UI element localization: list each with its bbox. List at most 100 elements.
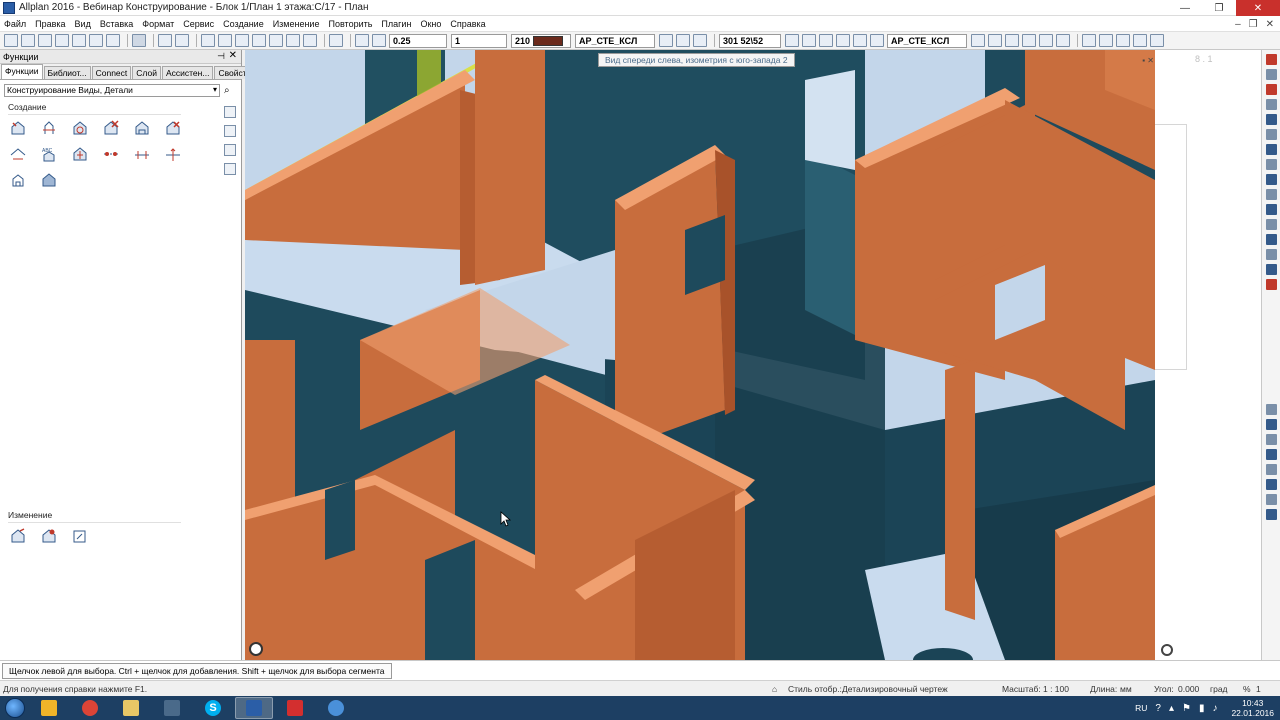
layer-select-2[interactable]: АР_СТЕ_КСЛ xyxy=(887,33,967,48)
copy-icon[interactable] xyxy=(72,34,86,47)
zoom-icon[interactable] xyxy=(329,34,343,47)
line-tool-icon[interactable] xyxy=(1266,69,1277,80)
elevation-icon[interactable] xyxy=(134,120,150,136)
language-indicator[interactable]: RU xyxy=(1135,703,1147,713)
navigation-wheel-2-icon[interactable] xyxy=(1161,644,1173,656)
remove-elevation-icon[interactable] xyxy=(165,120,181,136)
move-icon[interactable] xyxy=(201,34,215,47)
taskbar-acrobat[interactable] xyxy=(276,697,314,719)
fill-tool-icon[interactable] xyxy=(1266,114,1277,125)
dimension-tool-icon[interactable] xyxy=(1266,144,1277,155)
tab-library[interactable]: Библиот... xyxy=(43,66,91,79)
scissors-icon[interactable] xyxy=(252,34,266,47)
window-split-icon[interactable] xyxy=(1150,34,1164,47)
tray-arrow-icon[interactable]: ▴ xyxy=(1169,703,1174,714)
start-button[interactable] xyxy=(0,696,30,720)
modify-properties-icon[interactable] xyxy=(41,528,57,544)
layers2-icon[interactable] xyxy=(988,34,1002,47)
roof-section-icon[interactable] xyxy=(10,146,26,162)
pen-thickness-select[interactable]: 0.25 xyxy=(389,33,447,48)
clock[interactable]: 10:43 22.01.2016 xyxy=(1231,698,1274,718)
text-label-icon[interactable]: ABC xyxy=(41,146,57,162)
array-tool-icon[interactable] xyxy=(1266,264,1277,275)
menu-create[interactable]: Создание xyxy=(223,19,264,29)
save-icon[interactable] xyxy=(38,34,52,47)
close-button[interactable]: ✕ xyxy=(1236,0,1280,16)
measure-icon[interactable] xyxy=(853,34,867,47)
line-type-select[interactable]: 1 xyxy=(451,33,507,48)
side-tool-3-icon[interactable] xyxy=(224,144,236,156)
delete-view-icon[interactable] xyxy=(103,120,119,136)
display-style-value[interactable]: Детализировочный чертеж xyxy=(842,684,948,694)
extend-tool-icon[interactable] xyxy=(1266,434,1277,445)
tab-assistant[interactable]: Ассистен... xyxy=(161,66,214,79)
hatch-tool-icon[interactable] xyxy=(1266,99,1277,110)
length-value[interactable]: мм xyxy=(1120,684,1132,694)
mirror-icon[interactable] xyxy=(235,34,249,47)
window-new-icon[interactable] xyxy=(1133,34,1147,47)
filter-tool-icon[interactable] xyxy=(1266,479,1277,490)
track-icon[interactable] xyxy=(836,34,850,47)
join-tool-icon[interactable] xyxy=(1266,464,1277,475)
menu-help[interactable]: Справка xyxy=(450,19,485,29)
section-line-icon[interactable] xyxy=(103,146,119,162)
flag-icon[interactable]: ⚑ xyxy=(1182,703,1191,714)
taskbar-calculator[interactable] xyxy=(153,697,191,719)
help-icon[interactable]: ? xyxy=(1155,703,1161,714)
menu-plugin[interactable]: Плагин xyxy=(381,19,411,29)
window-tile-icon[interactable] xyxy=(1082,34,1096,47)
layers4-icon[interactable] xyxy=(1022,34,1036,47)
layer-tool-icon[interactable] xyxy=(1266,174,1277,185)
trim-tool-icon[interactable] xyxy=(1266,419,1277,430)
print-icon[interactable] xyxy=(55,34,69,47)
menu-view[interactable]: Вид xyxy=(75,19,91,29)
layers-icon[interactable] xyxy=(971,34,985,47)
menu-format[interactable]: Формат xyxy=(142,19,174,29)
menu-edit[interactable]: Правка xyxy=(35,19,65,29)
move-section-icon[interactable] xyxy=(165,146,181,162)
layer-icon[interactable] xyxy=(269,34,283,47)
search-icon[interactable]: ⌕ xyxy=(224,85,230,96)
pin-icon[interactable]: ⊣ xyxy=(217,51,225,62)
delete-icon[interactable] xyxy=(132,34,146,47)
taskbar-settings[interactable] xyxy=(317,697,355,719)
taskbar-allplan[interactable] xyxy=(235,697,273,719)
minimize-button[interactable]: — xyxy=(1168,0,1202,16)
layers6-icon[interactable] xyxy=(1056,34,1070,47)
delete-tool-icon[interactable] xyxy=(1266,279,1277,290)
menu-insert[interactable]: Вставка xyxy=(100,19,133,29)
viewport-close-icon[interactable]: ▪ ✕ xyxy=(1142,56,1154,65)
grid-icon[interactable] xyxy=(785,34,799,47)
paste-icon[interactable] xyxy=(89,34,103,47)
move-tool-icon[interactable] xyxy=(1266,204,1277,215)
copy-view-icon[interactable] xyxy=(72,146,88,162)
section-view-icon[interactable] xyxy=(41,120,57,136)
snap-icon[interactable] xyxy=(802,34,816,47)
window-arrange-icon[interactable] xyxy=(1116,34,1130,47)
taskbar-explorer[interactable] xyxy=(30,697,68,719)
pen-icon[interactable] xyxy=(372,34,386,47)
house-filled-icon[interactable] xyxy=(41,172,57,188)
navigation-wheel-icon[interactable] xyxy=(249,642,263,656)
taskbar-folder[interactable] xyxy=(112,697,150,719)
side-tool-2-icon[interactable] xyxy=(224,125,236,137)
pencil-icon[interactable] xyxy=(355,34,369,47)
funnel-tool-icon[interactable] xyxy=(1266,509,1277,520)
taskbar-skype[interactable]: S xyxy=(194,697,232,719)
undo-icon[interactable] xyxy=(158,34,172,47)
rotate-tool-icon[interactable] xyxy=(1266,219,1277,230)
doc-minimize-icon[interactable]: – xyxy=(1235,19,1241,30)
menu-modify[interactable]: Изменение xyxy=(273,19,320,29)
text-tool-icon[interactable] xyxy=(1266,129,1277,140)
open-icon[interactable] xyxy=(21,34,35,47)
cut-icon[interactable] xyxy=(106,34,120,47)
offset-tool-icon[interactable] xyxy=(1266,449,1277,460)
symbol-tool-icon[interactable] xyxy=(1266,159,1277,170)
pen-tool-icon[interactable] xyxy=(1266,54,1277,65)
select-tool-icon[interactable] xyxy=(1266,494,1277,505)
tab-functions[interactable]: Функции xyxy=(1,64,43,79)
menu-service[interactable]: Сервис xyxy=(183,19,214,29)
mirror-tool-icon[interactable] xyxy=(1266,234,1277,245)
layers5-icon[interactable] xyxy=(1039,34,1053,47)
doc-close-icon[interactable]: ✕ xyxy=(1266,19,1274,30)
